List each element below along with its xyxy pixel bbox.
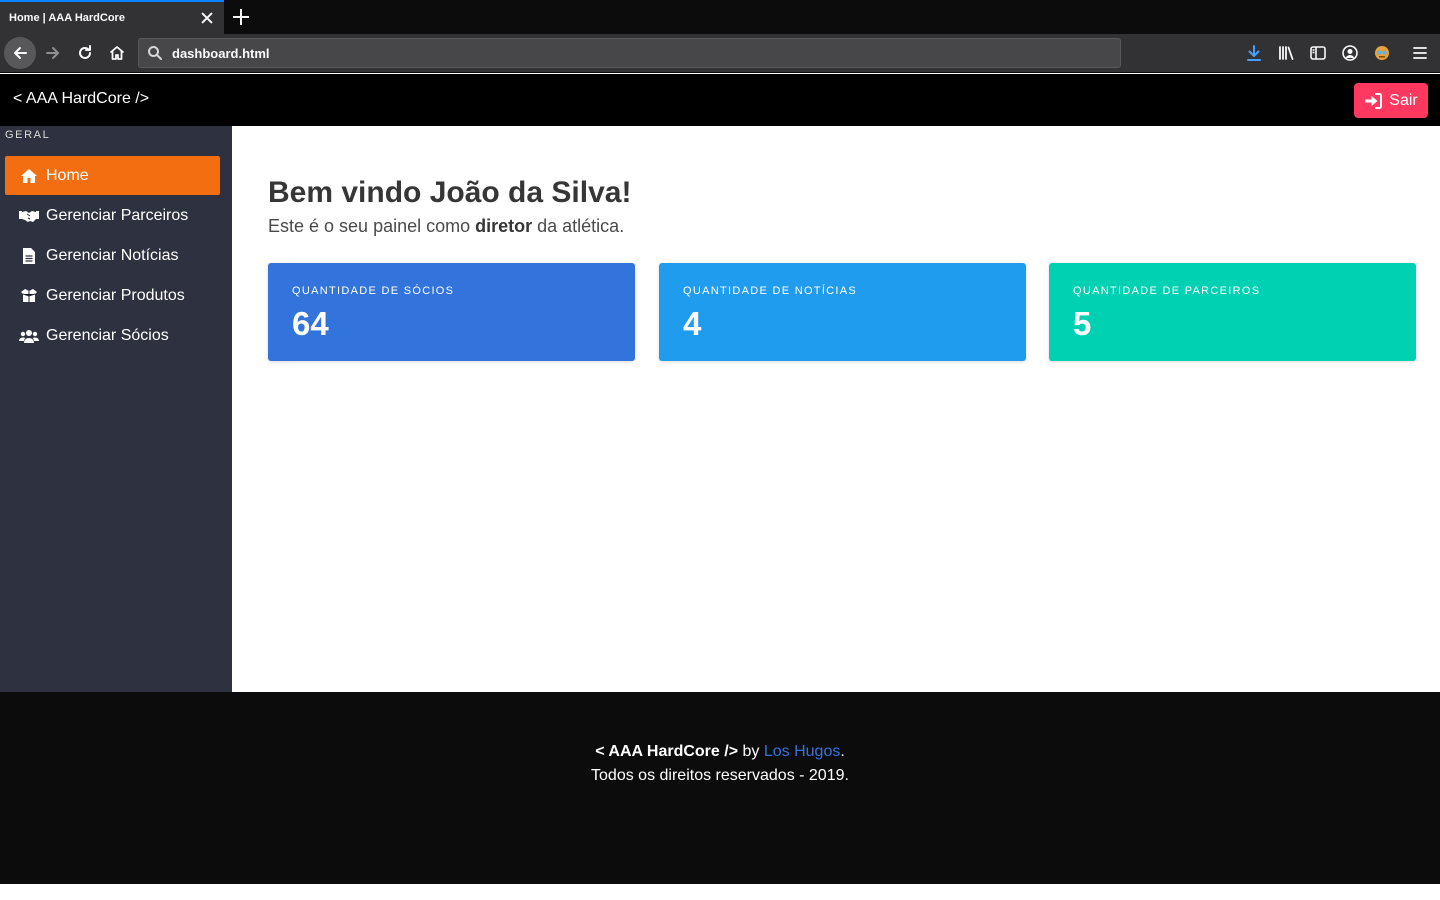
stat-card-noticias: QUANTIDADE DE NOTÍCIAS 4 — [659, 263, 1026, 361]
menu-section-label: GERAL — [5, 129, 51, 141]
sidebar-item-label: Gerenciar Notícias — [46, 246, 179, 264]
sign-in-icon — [1365, 92, 1383, 109]
sidebar-item-label: Gerenciar Sócios — [46, 326, 169, 344]
sidebar-item-home[interactable]: Home — [5, 156, 220, 195]
extension-icon[interactable] — [1372, 43, 1392, 63]
user-role: diretor — [475, 216, 533, 236]
footer-brand: < AAA HardCore /> — [595, 743, 739, 760]
home-outline-icon — [109, 46, 125, 60]
browser-tab-bar: Home | AAA HardCore — [0, 0, 1440, 34]
footer-rights: Todos os direitos reservados - 2019. — [591, 767, 849, 784]
subtitle-text: Este é o seu painel como — [268, 216, 476, 236]
arrow-right-icon — [46, 47, 59, 59]
page-subtitle: Este é o seu painel como diretor da atlé… — [268, 216, 624, 237]
account-icon[interactable] — [1340, 43, 1360, 63]
subtitle-text-end: da atlética. — [532, 216, 625, 236]
downloads-icon[interactable] — [1244, 43, 1264, 63]
stat-card-socios: QUANTIDADE DE SÓCIOS 64 — [268, 263, 635, 361]
url-text: dashboard.html — [172, 45, 270, 61]
home-icon — [19, 166, 39, 186]
stat-label: QUANTIDADE DE PARCEIROS — [1073, 285, 1261, 297]
home-button[interactable] — [102, 38, 132, 68]
search-icon — [148, 46, 162, 60]
back-button[interactable] — [4, 37, 36, 69]
sidebar-icon[interactable] — [1308, 43, 1328, 63]
file-icon — [19, 246, 39, 266]
stat-label: QUANTIDADE DE NOTÍCIAS — [683, 285, 858, 297]
sidebar: GERAL Home Gerenciar Parceiros Gerenciar… — [0, 126, 232, 692]
close-tab-icon[interactable] — [199, 10, 215, 26]
logout-label: Sair — [1389, 91, 1418, 109]
stat-value: 4 — [683, 305, 702, 342]
footer-by: by — [738, 743, 764, 760]
tab-title: Home | AAA HardCore — [9, 12, 125, 24]
sidebar-item-label: Gerenciar Produtos — [46, 286, 185, 304]
sidebar-item-produtos[interactable]: Gerenciar Produtos — [5, 276, 220, 315]
stat-value: 64 — [292, 305, 329, 342]
site-header: < AAA HardCore /> Sair — [0, 74, 1440, 126]
sidebar-item-label: Home — [46, 166, 89, 184]
new-tab-icon[interactable] — [232, 8, 250, 26]
address-bar[interactable]: dashboard.html — [138, 38, 1121, 68]
browser-tab[interactable]: Home | AAA HardCore — [0, 0, 224, 34]
sidebar-item-parceiros[interactable]: Gerenciar Parceiros — [5, 196, 220, 235]
footer-period: . — [840, 743, 845, 760]
menu-icon[interactable] — [1410, 43, 1430, 63]
stat-card-parceiros: QUANTIDADE DE PARCEIROS 5 — [1049, 263, 1416, 361]
arrow-left-icon — [14, 47, 27, 59]
footer-credits: < AAA HardCore /> by Los Hugos. — [0, 743, 1440, 761]
logout-button[interactable]: Sair — [1354, 83, 1428, 118]
author-link[interactable]: Los Hugos — [764, 743, 841, 760]
main-content: Bem vindo João da Silva! Este é o seu pa… — [232, 126, 1440, 692]
users-icon — [19, 326, 39, 346]
sidebar-item-socios[interactable]: Gerenciar Sócios — [5, 316, 220, 355]
sidebar-item-label: Gerenciar Parceiros — [46, 206, 189, 224]
forward-button[interactable] — [38, 38, 68, 68]
brand-logo[interactable]: < AAA HardCore /> — [13, 90, 149, 108]
library-icon[interactable] — [1276, 43, 1296, 63]
box-icon — [19, 286, 39, 306]
footer: < AAA HardCore /> by Los Hugos. Todos os… — [0, 692, 1440, 884]
stat-label: QUANTIDADE DE SÓCIOS — [292, 285, 455, 297]
reload-icon — [79, 45, 91, 59]
stat-value: 5 — [1073, 305, 1092, 342]
page-title: Bem vindo João da Silva! — [268, 176, 632, 209]
sidebar-item-noticias[interactable]: Gerenciar Notícias — [5, 236, 220, 275]
browser-toolbar: dashboard.html — [0, 34, 1440, 73]
handshake-icon — [19, 206, 39, 226]
reload-button[interactable] — [70, 38, 100, 68]
